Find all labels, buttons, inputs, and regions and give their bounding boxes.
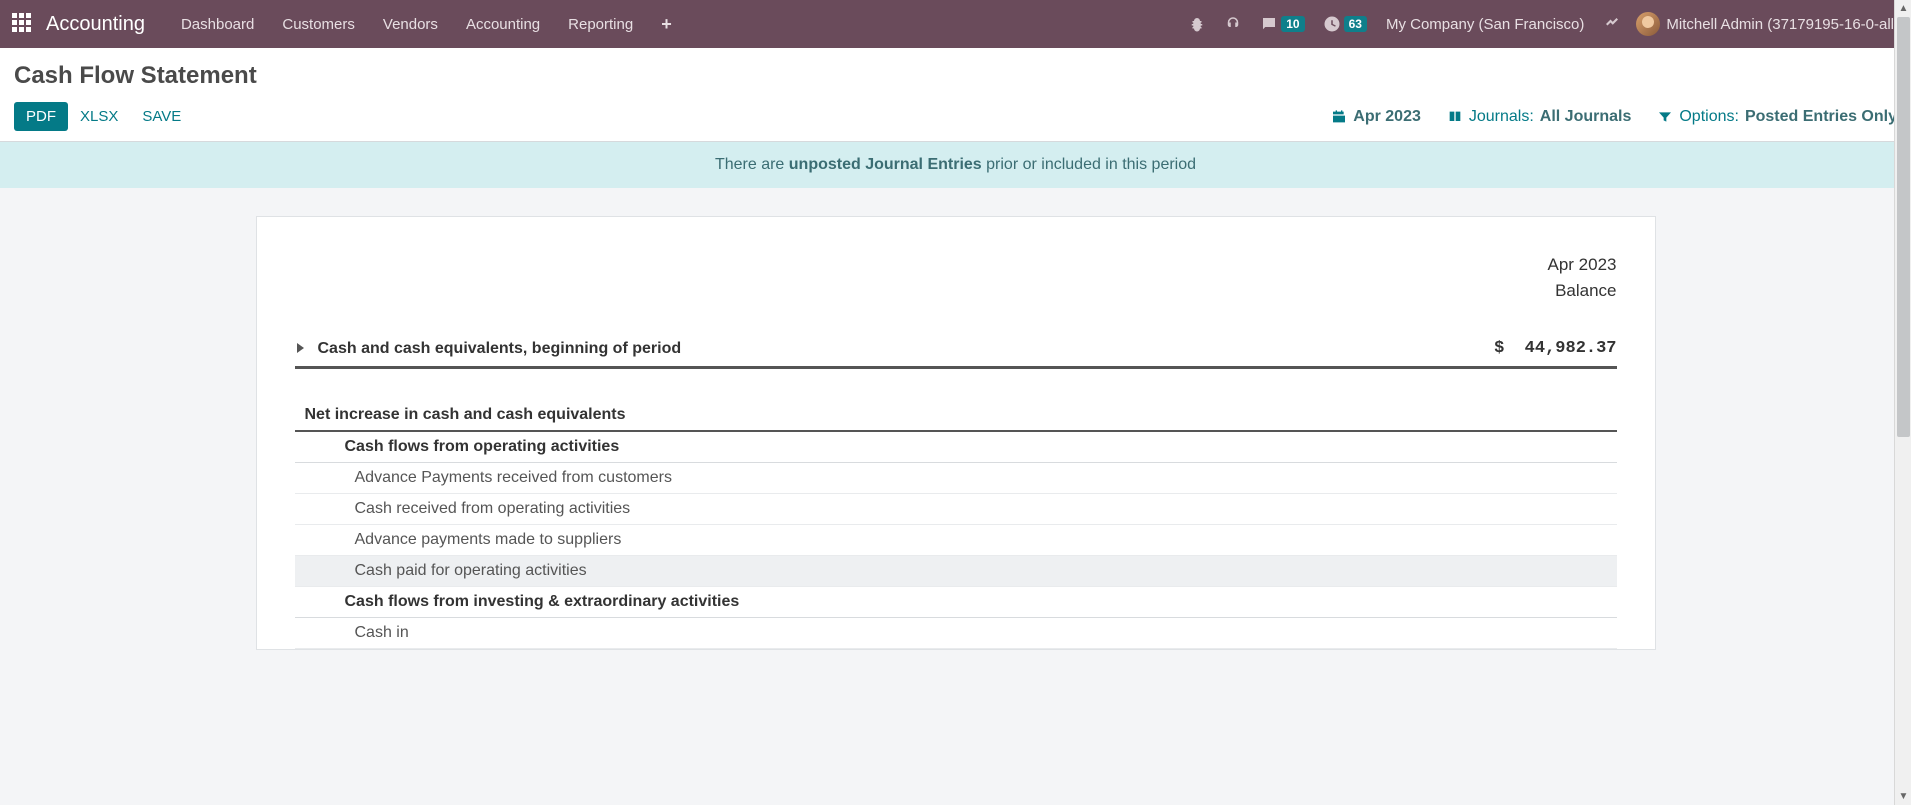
topbar: Accounting Dashboard Customers Vendors A… [0,0,1911,48]
filter-icon [1657,109,1673,125]
messages-icon[interactable]: 10 [1260,15,1304,33]
scroll-down-icon[interactable]: ▼ [1895,788,1911,805]
nav-accounting[interactable]: Accounting [466,16,540,33]
filter-options[interactable]: Options: Posted Entries Only [1657,108,1897,126]
toolbar: PDF XLSX SAVE Apr 2023 Journals: All Jou… [14,102,1897,141]
report-period: Apr 2023 [295,255,1617,275]
pdf-button[interactable]: PDF [14,102,68,131]
row-cash-received[interactable]: Cash received from operating activities [295,493,1617,524]
filter-period[interactable]: Apr 2023 [1331,108,1421,126]
xlsx-button[interactable]: XLSX [68,102,130,131]
row-operating-activities[interactable]: Cash flows from operating activities [295,431,1617,463]
control-panel: Cash Flow Statement PDF XLSX SAVE Apr 20… [0,48,1911,142]
report-balance-label: Balance [295,281,1617,301]
plus-icon[interactable]: + [661,14,672,35]
row-investing-activities[interactable]: Cash flows from investing & extraordinar… [295,586,1617,617]
scroll-up-icon[interactable]: ▲ [1895,0,1911,17]
support-icon[interactable] [1224,15,1242,33]
row-beginning-cash[interactable]: Cash and cash equivalents, beginning of … [295,331,1617,368]
save-button[interactable]: SAVE [130,102,193,131]
row-net-increase[interactable]: Net increase in cash and cash equivalent… [295,398,1617,431]
scrollbar[interactable]: ▲ ▼ [1894,0,1911,805]
filter-journals[interactable]: Journals: All Journals [1447,108,1632,126]
nav-dashboard[interactable]: Dashboard [181,16,254,33]
row-beginning-cash-value: $ 44,982.37 [1299,331,1617,368]
nav-vendors[interactable]: Vendors [383,16,438,33]
activities-icon[interactable]: 63 [1323,15,1367,33]
tools-icon[interactable] [1603,15,1621,33]
nav-customers[interactable]: Customers [282,16,355,33]
row-advance-paid[interactable]: Advance payments made to suppliers [295,524,1617,555]
company-selector[interactable]: My Company (San Francisco) [1386,16,1584,33]
page-title: Cash Flow Statement [14,62,1897,90]
row-advance-received[interactable]: Advance Payments received from customers [295,462,1617,493]
brand[interactable]: Accounting [46,13,145,36]
debug-icon[interactable] [1188,15,1206,33]
row-cash-in[interactable]: Cash in [295,617,1617,648]
nav-reporting[interactable]: Reporting [568,16,633,33]
book-icon [1447,109,1463,125]
messages-badge: 10 [1281,16,1304,32]
apps-icon[interactable] [12,13,34,35]
caret-icon[interactable] [297,343,304,353]
report-sheet: Apr 2023 Balance Cash and cash equivalen… [256,216,1656,650]
activities-badge: 63 [1344,16,1367,32]
calendar-icon [1331,109,1347,125]
warning-banner[interactable]: There are unposted Journal Entries prior… [0,142,1911,188]
scroll-thumb[interactable] [1897,17,1910,437]
row-cash-paid[interactable]: Cash paid for operating activities [295,555,1617,586]
user-menu[interactable]: Mitchell Admin (37179195-16-0-all) [1666,16,1899,33]
avatar[interactable] [1636,12,1660,36]
